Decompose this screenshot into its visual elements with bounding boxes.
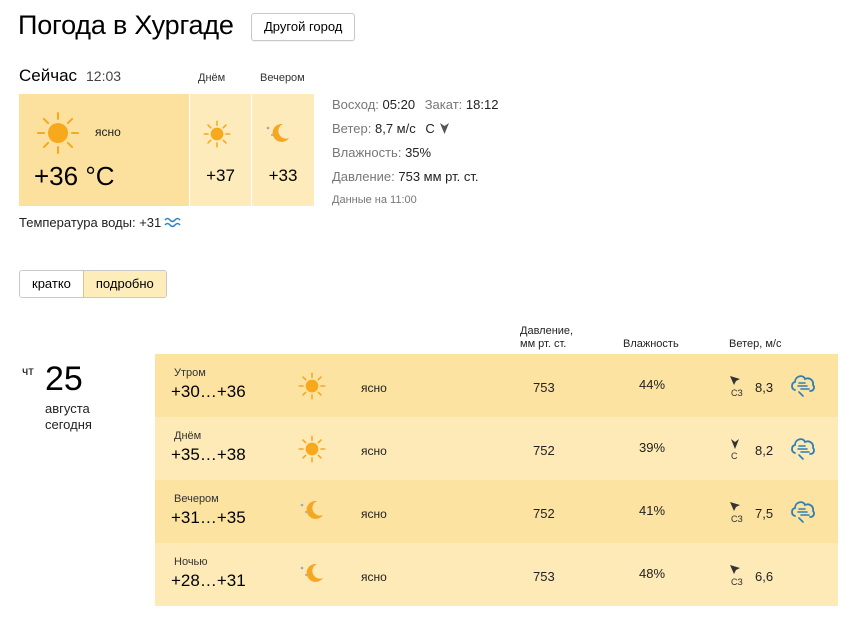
- sunrise-label: Восход:: [332, 97, 379, 112]
- sun-times: Восход: 05:20 Закат: 18:12: [332, 97, 498, 112]
- wind-value: 8,7 м/с: [374, 121, 416, 136]
- period-name: Ночью: [174, 556, 208, 568]
- wind-column-header: Ветер, м/с: [729, 338, 782, 350]
- period-humidity: 39%: [639, 440, 666, 455]
- period-condition: ясно: [361, 444, 387, 458]
- day-label: Днём: [198, 72, 226, 84]
- now-label: Сейчас: [19, 66, 78, 85]
- day-of-week: чт: [22, 364, 34, 378]
- now-time: 12:03: [86, 68, 122, 84]
- moon-icon: [264, 121, 292, 150]
- humidity-detail: Влажность: 35%: [332, 145, 431, 160]
- sun-icon: [298, 372, 326, 405]
- day-forecast-card: +37: [190, 94, 251, 206]
- moon-icon: [298, 561, 326, 590]
- strong-wind-icon: [789, 496, 817, 529]
- day-number: 25: [45, 360, 83, 398]
- period-temperature: +35…+38: [171, 445, 246, 464]
- table-row: Утром +30…+36 ясно 753 44% СЗ 8,3: [155, 354, 838, 417]
- sun-icon: [36, 111, 80, 160]
- current-temperature: +36 °C: [34, 161, 115, 191]
- other-city-button[interactable]: Другой город: [251, 13, 356, 41]
- period-name: Утром: [174, 367, 206, 379]
- pressure-column-header: Давление, мм рт. ст.: [520, 325, 573, 351]
- table-row: Вечером +31…+35 ясно 752 41% СЗ 7,5: [155, 480, 838, 543]
- evening-temperature: +33: [268, 166, 298, 185]
- wind-label: Ветер:: [332, 121, 372, 136]
- tab-detailed[interactable]: подробно: [82, 271, 166, 297]
- sunset-value: 18:12: [465, 97, 499, 112]
- period-condition: ясно: [361, 381, 387, 395]
- period-temperature: +31…+35: [171, 508, 246, 527]
- period-wind-speed: 6,6: [755, 569, 774, 584]
- table-row: Днём +35…+38 ясно 752 39% С 8,2: [155, 417, 838, 480]
- data-timestamp: Данные на 11:00: [332, 194, 417, 206]
- table-row: Ночью +28…+31 ясно 753 48% СЗ 6,6: [155, 543, 838, 606]
- evening-forecast-card: +33: [252, 94, 314, 206]
- strong-wind-icon: [789, 370, 817, 403]
- month-name: августа: [45, 401, 90, 416]
- period-temperature: +28…+31: [171, 571, 246, 590]
- tab-brief[interactable]: кратко: [20, 271, 83, 297]
- period-condition: ясно: [361, 570, 387, 584]
- pressure-header-line2: мм рт. ст.: [520, 338, 567, 350]
- period-wind-speed: 8,2: [755, 443, 774, 458]
- period-wind-direction: СЗ: [731, 577, 743, 587]
- page-title: Погода в Хургаде: [18, 10, 234, 40]
- pressure-detail: Давление: 753 мм рт. ст.: [332, 169, 478, 184]
- period-name: Днём: [174, 430, 202, 442]
- period-humidity: 44%: [639, 377, 666, 392]
- water-label: Температура воды:: [19, 215, 136, 230]
- period-humidity: 41%: [639, 503, 666, 518]
- forecast-periods: Утром +30…+36 ясно 753 44% СЗ 8,3 Днём +…: [155, 354, 838, 606]
- pressure-value: 753 мм рт. ст.: [398, 169, 479, 184]
- period-name: Вечером: [174, 493, 219, 505]
- humidity-column-header: Влажность: [623, 338, 679, 350]
- sun-icon: [298, 435, 326, 468]
- period-wind-speed: 7,5: [755, 506, 774, 521]
- arrow-down-icon: [440, 122, 450, 137]
- wind-direction: С: [425, 121, 435, 136]
- period-wind-direction: С: [731, 451, 738, 461]
- wind-detail: Ветер: 8,7 м/с С: [332, 121, 450, 137]
- strong-wind-icon: [789, 433, 817, 466]
- sunrise-value: 05:20: [382, 97, 416, 112]
- forecast-view-tabs: кратко подробно: [19, 270, 167, 298]
- water-value: +31: [139, 215, 162, 230]
- period-temperature: +30…+36: [171, 382, 246, 401]
- relative-day: сегодня: [45, 417, 92, 432]
- day-temperature: +37: [206, 166, 235, 185]
- moon-icon: [298, 498, 326, 527]
- period-pressure: 752: [533, 443, 555, 458]
- current-condition: ясно: [95, 125, 121, 139]
- period-pressure: 752: [533, 506, 555, 521]
- pressure-header-line1: Давление,: [520, 325, 574, 337]
- period-pressure: 753: [533, 380, 555, 395]
- period-condition: ясно: [361, 507, 387, 521]
- period-wind-direction: СЗ: [731, 514, 743, 524]
- period-wind-speed: 8,3: [755, 380, 774, 395]
- period-humidity: 48%: [639, 566, 666, 581]
- water-temperature: Температура воды: +31: [19, 215, 161, 230]
- sunset-label: Закат:: [424, 97, 463, 112]
- humidity-value: 35%: [405, 145, 432, 160]
- humidity-label: Влажность:: [332, 145, 402, 160]
- pressure-label: Давление:: [332, 169, 395, 184]
- period-pressure: 753: [533, 569, 555, 584]
- sun-icon: [203, 120, 231, 153]
- evening-label: Вечером: [260, 72, 305, 84]
- current-weather-card: ясно +36 °C: [19, 94, 189, 206]
- water-wave-icon: [164, 215, 182, 234]
- period-wind-direction: СЗ: [731, 388, 743, 398]
